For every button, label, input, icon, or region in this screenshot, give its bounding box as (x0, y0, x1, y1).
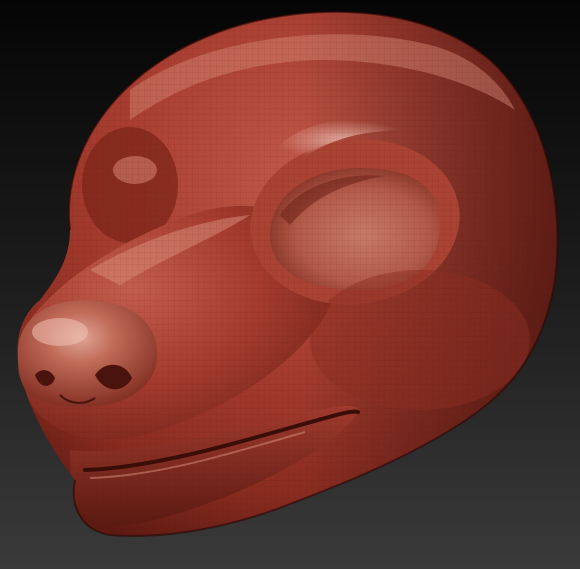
nose-highlight (32, 318, 88, 346)
sculpt-render (0, 0, 580, 569)
nose-pad (17, 300, 158, 407)
nose (17, 300, 158, 407)
sculpt-viewport[interactable] (0, 0, 580, 569)
